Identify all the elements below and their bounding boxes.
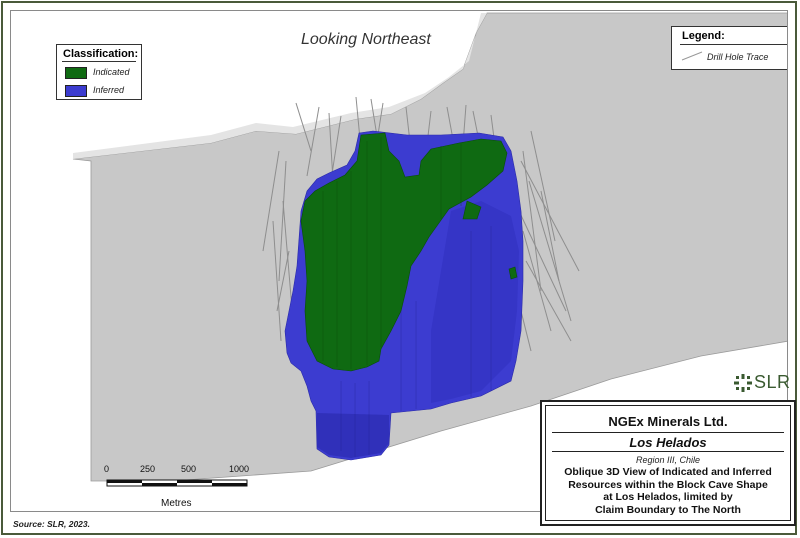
source-note: Source: SLR, 2023. (13, 519, 91, 529)
scale-tick-250: 250 (140, 464, 156, 474)
region-label: Region III, Chile (635, 455, 701, 465)
inferred-label: Inferred (93, 85, 125, 95)
drill-trace-label: Drill Hole Trace (707, 52, 769, 62)
company-name: NGEx Minerals Ltd. (608, 414, 728, 429)
divider (552, 432, 784, 433)
drill-trace-legend: Legend: Drill Hole Trace (671, 26, 787, 70)
drill-trace-symbol (681, 51, 703, 61)
title-block: NGEx Minerals Ltd. Los Helados Region II… (540, 400, 796, 526)
scale-bar-graphic (106, 479, 248, 487)
indicated-swatch (65, 67, 87, 79)
scale-tick-0: 0 (104, 464, 110, 474)
classification-legend-title: Classification: (63, 48, 139, 60)
figure-description: Oblique 3D View of Indicated and Inferre… (548, 466, 788, 516)
project-name: Los Helados (629, 435, 707, 450)
indicated-label: Indicated (93, 67, 130, 77)
scale-unit: Metres (161, 498, 192, 509)
title-block-inner: NGEx Minerals Ltd. Los Helados Region II… (545, 405, 791, 521)
inferred-swatch (65, 85, 87, 97)
slr-logo-mark (734, 374, 752, 392)
trace-legend-title: Legend: (682, 30, 725, 42)
legend-rule (680, 44, 787, 45)
slr-logo-text: SLR (754, 372, 791, 392)
description-line: Oblique 3D View of Indicated and Inferre… (564, 466, 772, 478)
description-line: at Los Helados, limited by (603, 491, 733, 503)
scale-tick-1000: 1000 (229, 464, 250, 474)
legend-rule (62, 61, 136, 62)
description-line: Claim Boundary to The North (595, 503, 741, 516)
divider (552, 451, 784, 452)
view-direction-title: Looking Northeast (301, 31, 431, 48)
description-line: Resources within the Block Cave Shape (568, 478, 768, 491)
classification-legend: Classification: Indicated Inferred (56, 44, 142, 100)
scale-tick-500: 500 (181, 464, 197, 474)
